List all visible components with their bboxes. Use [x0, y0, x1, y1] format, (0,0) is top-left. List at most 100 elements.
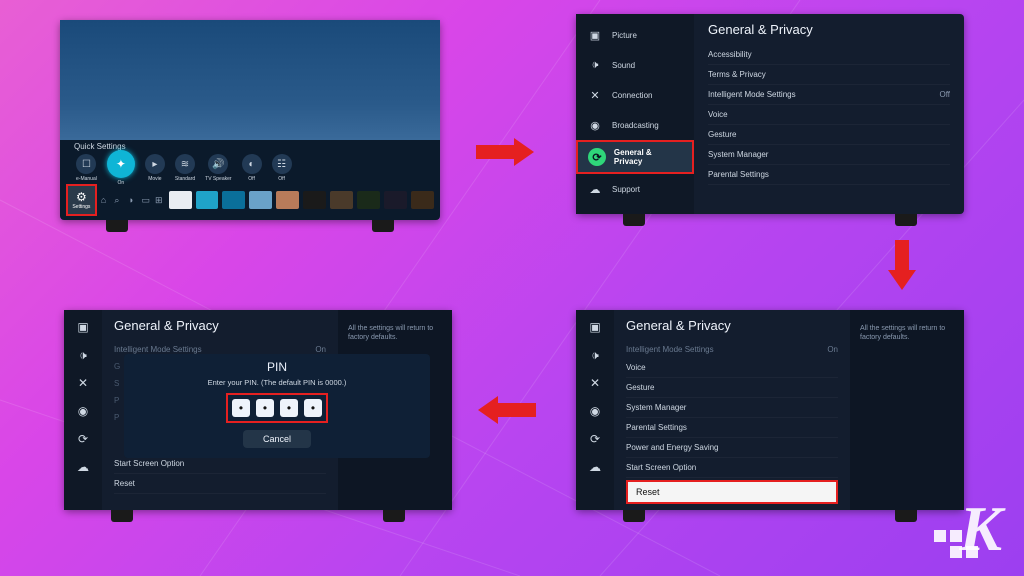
tv-step-1: Quick Settings ☐ e-Manual ✦ On ▸ Movie ≋…	[60, 20, 440, 220]
nav-item-connection[interactable]: ✕ Connection	[576, 80, 694, 110]
app-thumb[interactable]	[169, 191, 192, 209]
subtitle-icon: ☷	[272, 154, 292, 174]
general-privacy-icon: ⟳	[588, 148, 606, 166]
app-thumb[interactable]	[357, 191, 380, 209]
dock-item-gamemode[interactable]: ◐ Off	[242, 154, 262, 182]
connection-icon[interactable]: ✕	[586, 374, 604, 392]
arrow-step-3-to-4	[478, 396, 536, 424]
menu-item-system-manager[interactable]: System Manager	[708, 145, 950, 165]
picture-icon: ▣	[586, 26, 604, 44]
search-icon[interactable]: ⌕	[114, 195, 124, 206]
broadcasting-icon[interactable]: ◉	[74, 402, 92, 420]
settings-nav-sidebar: ▣ Picture 🕩 Sound ✕ Connection ◉ Broadca…	[576, 14, 694, 214]
nav-item-support[interactable]: ☁ Support	[576, 174, 694, 204]
source-icon[interactable]: ▭	[141, 195, 151, 206]
nav-item-general-privacy[interactable]: ⟳ General & Privacy	[576, 140, 694, 174]
tv-step-2: ▣ Picture 🕩 Sound ✕ Connection ◉ Broadca…	[576, 14, 964, 214]
wave-icon: ≋	[175, 154, 195, 174]
general-privacy-icon[interactable]: ⟳	[74, 430, 92, 448]
arrow-step-2-to-3	[888, 240, 916, 290]
sound-icon[interactable]: 🕩	[74, 346, 92, 364]
app-thumb[interactable]	[276, 191, 299, 209]
general-privacy-icon[interactable]: ⟳	[586, 430, 604, 448]
nav-item-broadcasting[interactable]: ◉ Broadcasting	[576, 110, 694, 140]
settings-detail-panel: General & Privacy Intelligent Mode Setti…	[614, 310, 850, 510]
nav-item-sound[interactable]: 🕩 Sound	[576, 50, 694, 80]
settings-button[interactable]: ⚙ Settings	[66, 184, 97, 216]
broadcasting-icon: ◉	[586, 116, 604, 134]
dock-item-sound-mode[interactable]: ≋ Standard	[175, 154, 195, 182]
pin-input-group[interactable]: • • • •	[226, 393, 328, 423]
menu-item-intelligent-mode-dim: Intelligent Mode SettingsOn	[626, 341, 838, 358]
dock-item-sound-output[interactable]: 🔊 TV Speaker	[205, 154, 231, 182]
broadcasting-icon[interactable]: ◉	[586, 402, 604, 420]
support-icon[interactable]: ☁	[74, 458, 92, 476]
home-wallpaper	[60, 20, 440, 140]
app-thumb[interactable]	[249, 191, 272, 209]
app-thumb[interactable]	[330, 191, 353, 209]
panel-title: General & Privacy	[708, 22, 950, 37]
pin-digit-3[interactable]: •	[280, 399, 298, 417]
settings-nav-sidebar-collapsed: ▣ 🕩 ✕ ◉ ⟳ ☁	[64, 310, 102, 510]
watermark-logo: K	[959, 492, 1002, 566]
menu-item-accessibility[interactable]: Accessibility	[708, 45, 950, 65]
play-icon: ▸	[145, 154, 165, 174]
dock-item-emanual[interactable]: ☐ e-Manual	[76, 154, 97, 182]
sound-icon[interactable]: 🕩	[586, 346, 604, 364]
panel-title: General & Privacy	[114, 318, 326, 333]
tv-step-4: ▣ 🕩 ✕ ◉ ⟳ ☁ General & Privacy Intelligen…	[64, 310, 452, 510]
cancel-button[interactable]: Cancel	[243, 430, 311, 448]
app-thumb[interactable]	[222, 191, 245, 209]
menu-item-parental[interactable]: Parental Settings	[626, 418, 838, 438]
dock-item-subtitle[interactable]: ☷ Off	[272, 154, 292, 182]
quick-settings-dock: ☐ e-Manual ✦ On ▸ Movie ≋ Standard 🔊 TV …	[60, 150, 440, 186]
game-icon: ◐	[242, 154, 262, 174]
menu-item-voice[interactable]: Voice	[626, 358, 838, 378]
menu-item-intelligent-mode[interactable]: Intelligent Mode SettingsOff	[708, 85, 950, 105]
tv-step-3: ▣ 🕩 ✕ ◉ ⟳ ☁ General & Privacy Intelligen…	[576, 310, 964, 510]
pin-digit-1[interactable]: •	[232, 399, 250, 417]
connection-icon: ✕	[586, 86, 604, 104]
dock-item-featured[interactable]: ✦ On	[107, 150, 135, 186]
nav-item-picture[interactable]: ▣ Picture	[576, 20, 694, 50]
menu-item-reset[interactable]: Reset	[114, 474, 326, 494]
menu-item-terms-privacy[interactable]: Terms & Privacy	[708, 65, 950, 85]
picture-icon[interactable]: ▣	[74, 318, 92, 336]
pin-digit-4[interactable]: •	[304, 399, 322, 417]
support-icon[interactable]: ☁	[586, 458, 604, 476]
featured-icon: ✦	[107, 150, 135, 178]
pin-dialog-help: Enter your PIN. (The default PIN is 0000…	[132, 378, 422, 387]
settings-detail-panel: General & Privacy Accessibility Terms & …	[694, 14, 964, 214]
speaker-icon: 🔊	[208, 154, 228, 174]
dock-item-picture-mode[interactable]: ▸ Movie	[145, 154, 165, 182]
menu-item-system-manager[interactable]: System Manager	[626, 398, 838, 418]
home-bottom-bar: ⚙ Settings ⌂ ⌕ ◑ ▭ ⊞	[60, 186, 440, 214]
settings-nav-sidebar-collapsed: ▣ 🕩 ✕ ◉ ⟳ ☁	[576, 310, 614, 510]
help-panel: All the settings will return to factory …	[850, 310, 964, 510]
ambient-icon[interactable]: ◑	[128, 195, 138, 205]
app-thumb[interactable]	[384, 191, 407, 209]
menu-item-parental[interactable]: Parental Settings	[708, 165, 950, 185]
picture-icon[interactable]: ▣	[586, 318, 604, 336]
pin-dialog: PIN Enter your PIN. (The default PIN is …	[124, 354, 430, 458]
menu-item-gesture[interactable]: Gesture	[708, 125, 950, 145]
menu-item-reset[interactable]: Reset	[626, 480, 838, 504]
pin-digit-2[interactable]: •	[256, 399, 274, 417]
apps-icon[interactable]: ⊞	[155, 195, 165, 206]
menu-item-power-energy[interactable]: Power and Energy Saving	[626, 438, 838, 458]
pin-dialog-title: PIN	[132, 360, 422, 374]
book-icon: ☐	[76, 154, 96, 174]
menu-item-start-screen[interactable]: Start Screen Option	[626, 458, 838, 478]
arrow-step-1-to-2	[476, 138, 534, 166]
connection-icon[interactable]: ✕	[74, 374, 92, 392]
app-thumb[interactable]	[196, 191, 219, 209]
app-thumb[interactable]	[303, 191, 326, 209]
sound-icon: 🕩	[586, 56, 604, 74]
menu-item-voice[interactable]: Voice	[708, 105, 950, 125]
panel-title: General & Privacy	[626, 318, 838, 333]
app-thumb[interactable]	[411, 191, 434, 209]
home-icon[interactable]: ⌂	[101, 195, 111, 205]
support-icon: ☁	[586, 180, 604, 198]
menu-item-gesture[interactable]: Gesture	[626, 378, 838, 398]
gear-icon: ⚙	[76, 190, 87, 204]
